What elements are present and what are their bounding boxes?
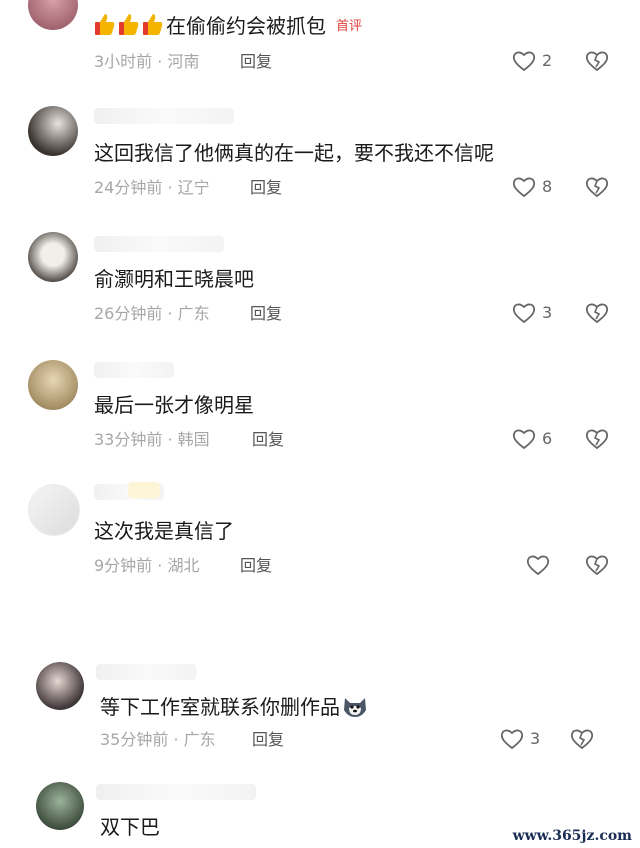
comment-text: 在偷偷约会被抓包 首评 — [94, 12, 362, 40]
watermark: www.365jz.com — [512, 828, 632, 844]
comment-text: 俞灏明和王晓晨吧 — [94, 267, 254, 291]
reply-button[interactable]: 回复 — [252, 730, 284, 750]
reply-button[interactable]: 回复 — [252, 430, 284, 450]
username-blurred — [128, 482, 160, 498]
reply-button[interactable]: 回复 — [250, 178, 282, 198]
broken-heart-icon[interactable] — [570, 728, 594, 750]
comment-location: 河南 — [167, 52, 200, 71]
comment-time: 3小时前 — [94, 52, 153, 71]
thumbs-up-emoji-icon — [95, 14, 115, 35]
comment-location: 湖北 — [167, 556, 200, 575]
heart-outline-icon — [512, 51, 536, 72]
comment-text: 双下巴 — [100, 815, 160, 839]
broken-heart-icon[interactable] — [585, 50, 609, 72]
meta-separator: · — [173, 730, 179, 749]
meta-separator: · — [157, 556, 163, 575]
username-blurred — [94, 362, 174, 378]
like-count: 8 — [542, 177, 553, 196]
reply-button[interactable]: 回复 — [250, 304, 282, 324]
like-count: 3 — [542, 303, 553, 322]
broken-heart-icon[interactable] — [585, 302, 609, 324]
meta-separator: · — [167, 304, 173, 323]
username-blurred — [94, 108, 234, 124]
broken-heart-icon[interactable] — [585, 428, 609, 450]
comment-location: 广东 — [177, 304, 210, 323]
comment-meta: 3小时前 · 河南 — [94, 52, 199, 72]
username-blurred — [94, 236, 224, 252]
comment-meta: 26分钟前 · 广东 — [94, 304, 210, 324]
comment-meta: 24分钟前 · 辽宁 — [94, 178, 210, 198]
like-count: 2 — [542, 51, 553, 70]
comment-time: 33分钟前 — [94, 430, 163, 449]
thumbs-up-emoji-icon — [143, 14, 163, 35]
avatar[interactable] — [36, 782, 84, 830]
comment-time: 9分钟前 — [94, 556, 153, 575]
meta-separator: · — [167, 430, 173, 449]
comment-text: 这回我信了他俩真的在一起，要不我还不信呢 — [94, 141, 494, 165]
comment-meta: 35分钟前 · 广东 — [100, 730, 216, 750]
comment-time: 26分钟前 — [94, 304, 163, 323]
like-button[interactable] — [526, 554, 556, 576]
like-count: 3 — [530, 729, 541, 748]
comment-location: 韩国 — [177, 430, 210, 449]
heart-outline-icon — [512, 177, 536, 198]
username-blurred — [96, 664, 196, 680]
comment-text: 等下工作室就联系你删作品 — [100, 694, 368, 720]
broken-heart-icon[interactable] — [585, 554, 609, 576]
comment-time: 24分钟前 — [94, 178, 163, 197]
avatar[interactable] — [28, 232, 78, 282]
heart-outline-icon — [512, 303, 536, 324]
avatar[interactable] — [28, 484, 80, 536]
comment-location: 辽宁 — [177, 178, 210, 197]
username-blurred — [96, 784, 256, 800]
reply-button[interactable]: 回复 — [240, 52, 272, 72]
comment-location: 广东 — [183, 730, 216, 749]
avatar[interactable] — [28, 106, 78, 156]
thumbs-up-emoji-icon — [119, 14, 139, 35]
comment-text: 这次我是真信了 — [94, 519, 234, 543]
meta-separator: · — [157, 52, 163, 71]
comment-time: 35分钟前 — [100, 730, 169, 749]
first-comment-badge: 首评 — [336, 19, 363, 34]
like-button[interactable]: 3 — [500, 728, 540, 750]
broken-heart-icon[interactable] — [585, 176, 609, 198]
like-button[interactable]: 8 — [512, 176, 552, 198]
husky-emoji-icon — [344, 698, 366, 717]
reply-button[interactable]: 回复 — [240, 556, 272, 576]
comment-text: 最后一张才像明星 — [94, 393, 254, 417]
comment-meta: 33分钟前 · 韩国 — [94, 430, 210, 450]
like-button[interactable]: 3 — [512, 302, 552, 324]
like-button[interactable]: 6 — [512, 428, 552, 450]
like-button[interactable]: 2 — [512, 50, 552, 72]
heart-outline-icon — [500, 729, 524, 750]
comment-meta: 9分钟前 · 湖北 — [94, 556, 199, 576]
avatar[interactable] — [36, 662, 84, 710]
heart-outline-icon — [526, 555, 550, 576]
meta-separator: · — [167, 178, 173, 197]
avatar[interactable] — [28, 0, 78, 30]
avatar[interactable] — [28, 360, 78, 410]
like-count: 6 — [542, 429, 553, 448]
heart-outline-icon — [512, 429, 536, 450]
